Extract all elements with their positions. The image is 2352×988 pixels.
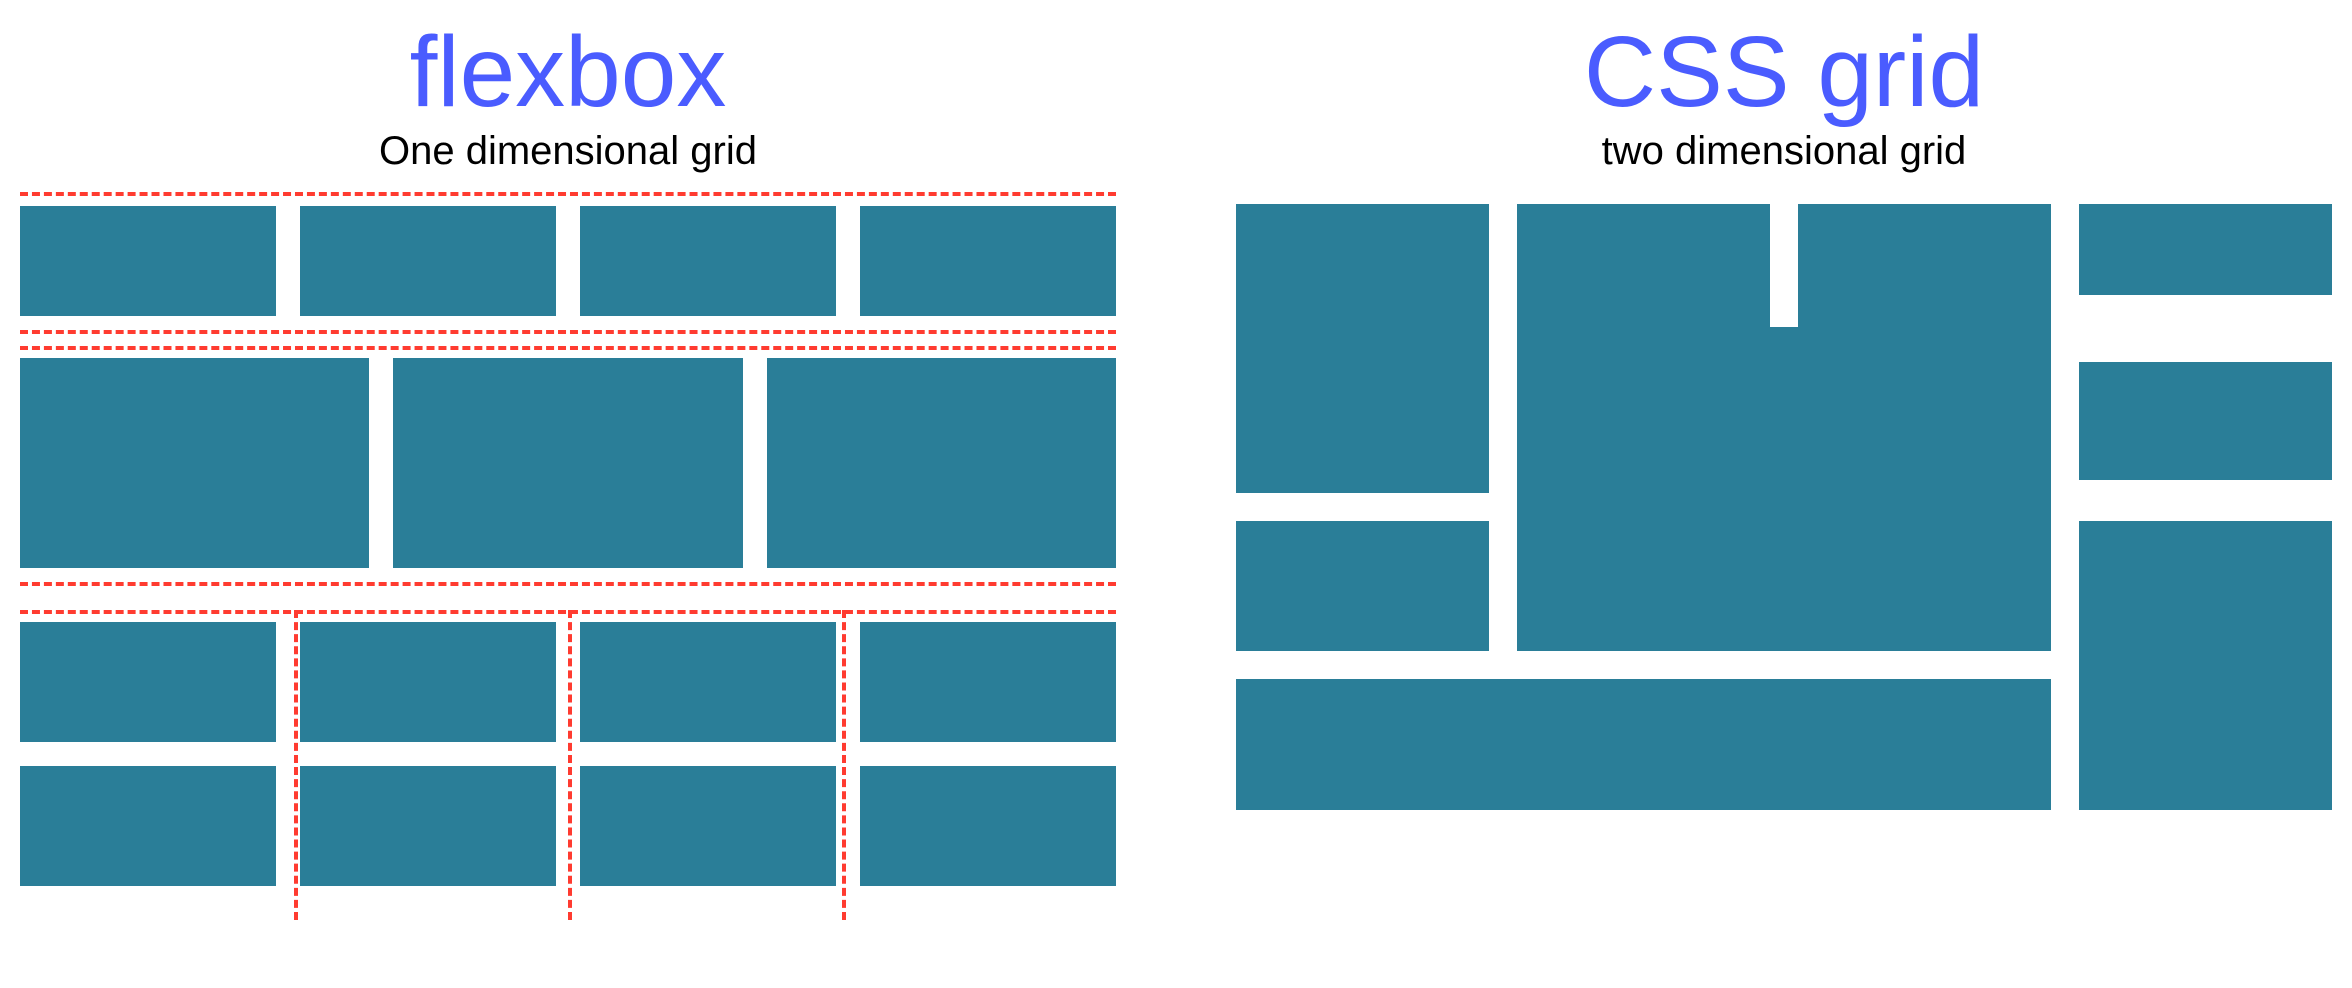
grid-item: [1236, 679, 2051, 809]
grid-item: [1517, 327, 2051, 651]
grid-item: [1236, 204, 1489, 493]
flex-row1-bottom-guide: [20, 330, 1116, 334]
flex-item: [300, 206, 556, 316]
flex-row-1: [20, 206, 1116, 316]
grid-item: [2079, 362, 2332, 479]
grid-item: [2079, 521, 2332, 810]
flexbox-title: flexbox: [20, 20, 1116, 125]
flex-row2-top-guide: [20, 346, 1116, 350]
flex-item: [20, 622, 276, 742]
cssgrid-panel: CSS grid two dimensional grid: [1236, 20, 2332, 968]
cssgrid-subtitle: two dimensional grid: [1236, 129, 2332, 174]
grid-item: [1236, 521, 1489, 651]
grid-item: [2079, 204, 2332, 295]
flex-row1-top-guide: [20, 192, 1116, 196]
flex-item: [860, 622, 1116, 742]
flex-item: [393, 358, 742, 568]
flex-item: [580, 766, 836, 886]
flex-row2-bottom-guide: [20, 582, 1116, 586]
flex-col-guide-3: [842, 610, 846, 920]
flex-item: [300, 622, 556, 742]
flex-col-guide-2: [568, 610, 572, 920]
grid-item: [1798, 204, 2051, 334]
flex-item: [300, 766, 556, 886]
flex-item: [580, 622, 836, 742]
flex-item: [20, 358, 369, 568]
flex-row-2: [20, 358, 1116, 568]
flex-col-guide-1: [294, 610, 298, 920]
flexbox-diagram: [20, 192, 1116, 968]
css-grid-diagram: [1236, 204, 2332, 968]
grid-item: [1517, 204, 1770, 334]
flex-item: [580, 206, 836, 316]
flex-item: [767, 358, 1116, 568]
flexbox-subtitle: One dimensional grid: [20, 129, 1116, 174]
flexbox-panel: flexbox One dimensional grid: [20, 20, 1116, 968]
flex-item: [20, 766, 276, 886]
flex-item: [20, 206, 276, 316]
flex-item: [860, 766, 1116, 886]
cssgrid-title: CSS grid: [1236, 20, 2332, 125]
flex-item: [860, 206, 1116, 316]
